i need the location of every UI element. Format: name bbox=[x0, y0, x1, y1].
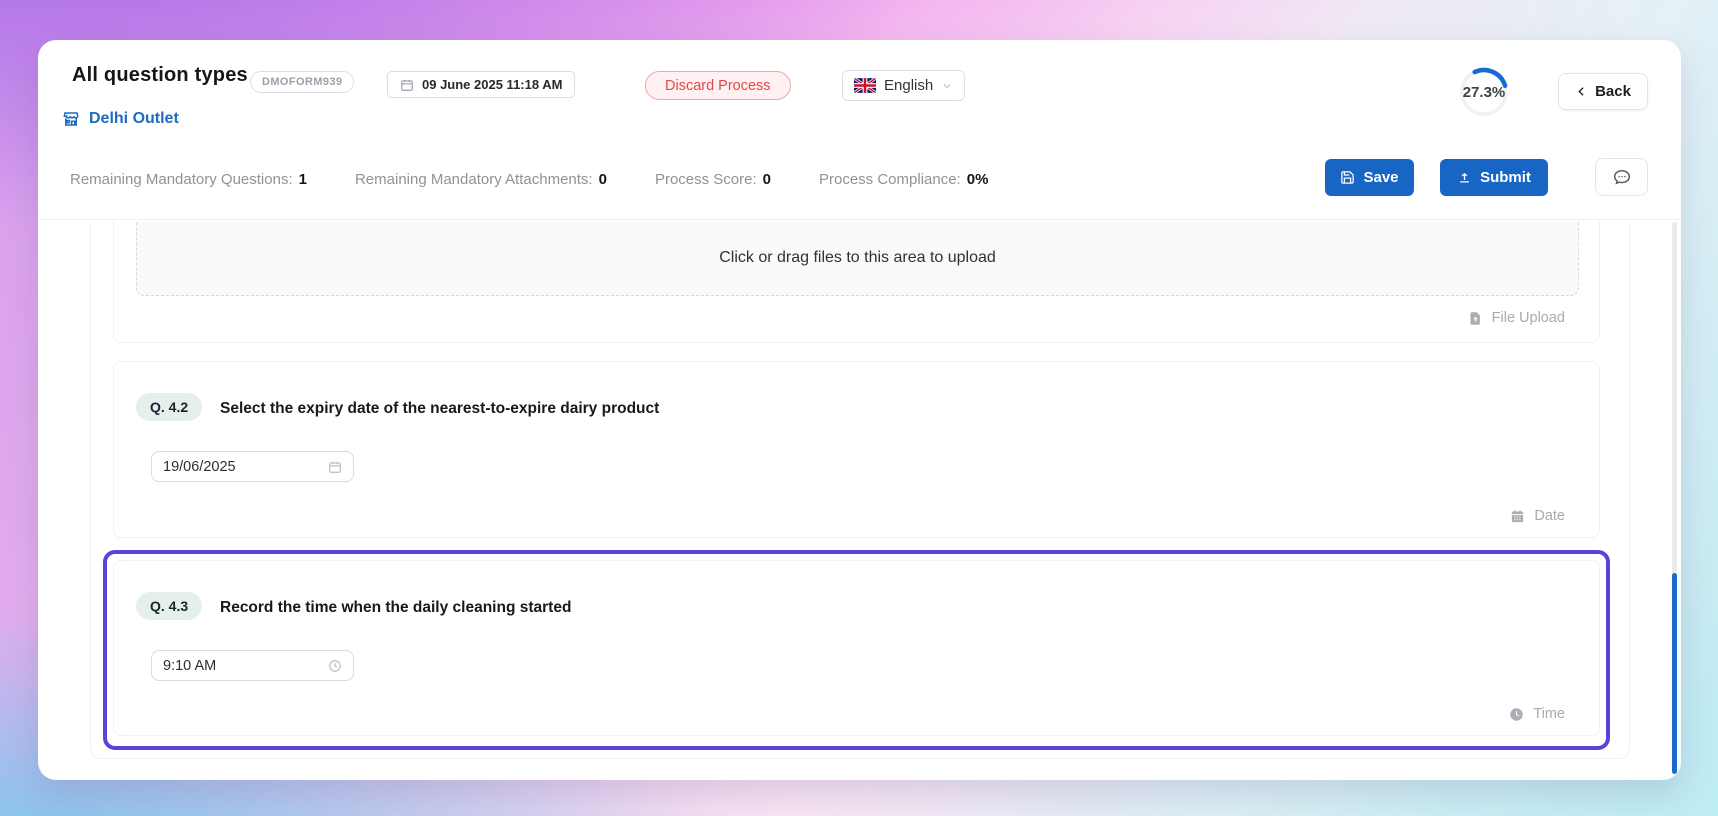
upload-icon bbox=[1457, 170, 1472, 185]
question-type-label: Time bbox=[1509, 706, 1565, 722]
file-dropzone[interactable]: Click or drag files to this area to uplo… bbox=[136, 221, 1579, 296]
back-label: Back bbox=[1595, 83, 1631, 100]
time-value: 9:10 AM bbox=[163, 657, 217, 674]
stat-remaining-attachments: Remaining Mandatory Attachments: 0 bbox=[354, 170, 607, 188]
question-number-badge: Q. 4.3 bbox=[136, 592, 203, 620]
question-text: Record the time when the daily cleaning … bbox=[220, 599, 572, 616]
submit-button[interactable]: Submit bbox=[1440, 159, 1548, 196]
question-text: Select the expiry date of the nearest-to… bbox=[220, 400, 660, 417]
chevron-down-icon bbox=[941, 80, 953, 92]
save-button[interactable]: Save bbox=[1325, 159, 1414, 196]
form-header: All question types DMOFORM939 09 June 20… bbox=[38, 40, 1681, 220]
form-code-badge: DMOFORM939 bbox=[250, 71, 355, 93]
calendar-icon bbox=[1510, 509, 1525, 524]
date-value: 19/06/2025 bbox=[163, 458, 236, 475]
discard-process-label: Discard Process bbox=[665, 77, 771, 94]
chevron-left-icon bbox=[1575, 85, 1588, 98]
outlet-link[interactable]: Delhi Outlet bbox=[62, 110, 179, 128]
discard-process-button[interactable]: Discard Process bbox=[645, 71, 791, 100]
form-datetime: 09 June 2025 11:18 AM bbox=[422, 77, 563, 92]
question-card-upload: Click or drag files to this area to uplo… bbox=[113, 221, 1600, 343]
time-input[interactable]: 9:10 AM bbox=[151, 650, 354, 681]
question-type-label: File Upload bbox=[1468, 310, 1565, 326]
form-datetime-chip: 09 June 2025 11:18 AM bbox=[387, 71, 576, 98]
store-icon bbox=[62, 110, 80, 128]
questions-scroll-area: Click or drag files to this area to uplo… bbox=[38, 221, 1681, 780]
question-card-q4-2: Q. 4.2 Select the expiry date of the nea… bbox=[113, 361, 1600, 538]
chat-icon bbox=[1612, 167, 1632, 187]
stat-process-score: Process Score: 0 bbox=[654, 170, 771, 188]
question-card-q4-3: Q. 4.3 Record the time when the daily cl… bbox=[113, 560, 1600, 736]
progress-percentage: 27.3% bbox=[1462, 84, 1506, 101]
page-title: All question types bbox=[72, 64, 248, 86]
dropzone-text: Click or drag files to this area to uplo… bbox=[719, 249, 996, 266]
save-label: Save bbox=[1363, 169, 1399, 186]
calendar-icon bbox=[400, 78, 414, 92]
app-background: All question types DMOFORM939 09 June 20… bbox=[0, 0, 1718, 816]
question-number-badge: Q. 4.2 bbox=[136, 393, 203, 421]
stat-process-compliance: Process Compliance: 0% bbox=[819, 170, 989, 188]
language-value: English bbox=[884, 77, 934, 94]
outlet-name: Delhi Outlet bbox=[89, 110, 179, 127]
uk-flag-icon bbox=[854, 78, 876, 93]
back-button[interactable]: Back bbox=[1558, 73, 1648, 110]
form-page-card: All question types DMOFORM939 09 June 20… bbox=[38, 40, 1681, 780]
scrollbar-thumb[interactable] bbox=[1672, 573, 1677, 774]
question-type-label: Date bbox=[1510, 508, 1565, 524]
clock-icon bbox=[328, 659, 342, 673]
clock-icon bbox=[1509, 707, 1524, 722]
stat-remaining-questions: Remaining Mandatory Questions: 1 bbox=[70, 170, 307, 188]
comments-button[interactable] bbox=[1595, 158, 1648, 196]
submit-label: Submit bbox=[1480, 169, 1531, 186]
save-icon bbox=[1340, 170, 1355, 185]
date-input[interactable]: 19/06/2025 bbox=[151, 451, 354, 482]
language-select[interactable]: English bbox=[842, 70, 966, 101]
calendar-icon bbox=[328, 460, 342, 474]
stats-row: Remaining Mandatory Questions: 1 Remaini… bbox=[70, 165, 988, 193]
file-upload-icon bbox=[1468, 311, 1483, 326]
